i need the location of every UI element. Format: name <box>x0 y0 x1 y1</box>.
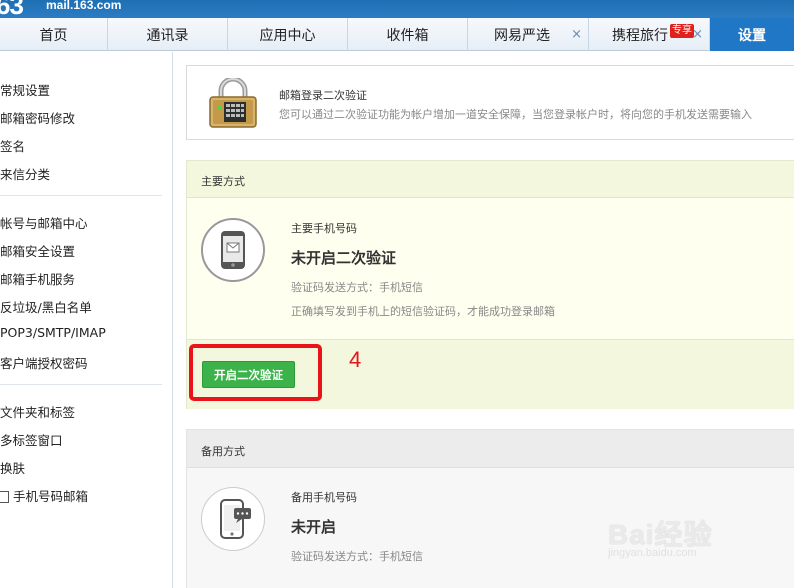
sidebar-item-security[interactable]: 邮箱安全设置 <box>0 241 75 260</box>
close-icon[interactable]: × <box>692 27 703 42</box>
tab-label: 收件箱 <box>386 27 429 44</box>
section-title: 备用方式 <box>201 445 245 458</box>
tab-label: 通讯录 <box>146 27 189 44</box>
section-header: 备用方式 <box>187 430 794 468</box>
sidebar-divider <box>0 384 162 385</box>
sidebar-item-label: 手机号码邮箱 <box>13 489 89 504</box>
section-header: 主要方式 <box>187 161 794 198</box>
backup-phone-label: 备用手机号码 <box>291 491 357 504</box>
logo-domain[interactable]: mail.163.com <box>46 0 121 12</box>
backup-method-section: 备用方式 备用手机号码 未开启 验证码发送方式：手机短信 <box>186 429 794 588</box>
sidebar-item-mobile-service[interactable]: 邮箱手机服务 <box>0 269 75 288</box>
intro-description: 您可以通过二次验证功能为帐户增加一道安全保障，当您登录帐户时，将向您的手机发送需… <box>279 108 752 121</box>
backup-method: 验证码发送方式：手机短信 <box>291 550 423 563</box>
primary-method: 验证码发送方式：手机短信 <box>291 281 423 294</box>
sidebar-item-multi-tab[interactable]: 多标签窗口 <box>0 430 63 449</box>
sidebar-item-pop3-smtp-imap[interactable]: POP3/SMTP/IMAP <box>0 325 106 340</box>
annotation-highlight-box <box>189 344 322 401</box>
settings-sidebar: 常规设置 邮箱密码修改 签名 来信分类 帐号与邮箱中心 邮箱安全设置 邮箱手机服… <box>0 52 173 588</box>
sidebar-item-antispam[interactable]: 反垃圾/黑白名单 <box>0 297 92 316</box>
settings-main: 邮箱登录二次验证 您可以通过二次验证功能为帐户增加一道安全保障，当您登录帐户时，… <box>174 52 794 588</box>
phone-icon <box>0 491 9 503</box>
sidebar-item-client-auth-password[interactable]: 客户端授权密码 <box>0 353 88 372</box>
backup-phone-avatar <box>201 487 265 551</box>
watermark-url: jingyan.baidu.com <box>608 547 697 559</box>
phone-chat-icon <box>220 499 251 539</box>
tab-settings[interactable]: 设置 <box>710 18 794 51</box>
tab-inbox[interactable]: 收件箱 <box>348 18 468 51</box>
tab-app-center[interactable]: 应用中心 <box>228 18 348 51</box>
tab-contacts[interactable]: 通讯录 <box>108 18 228 51</box>
primary-instruction: 正确填写发到手机上的短信验证码，才能成功登录邮箱 <box>291 305 555 318</box>
tab-label: 网易严选 <box>494 27 550 44</box>
sidebar-item-mail-filter[interactable]: 来信分类 <box>0 164 50 183</box>
sidebar-item-folders-labels[interactable]: 文件夹和标签 <box>0 402 75 421</box>
tab-home[interactable]: 首页 <box>0 18 108 51</box>
mail-header: 63 mail.163.com <box>0 0 794 18</box>
sidebar-divider <box>0 195 162 196</box>
sidebar-item-skin[interactable]: 换肤 <box>0 458 25 477</box>
two-step-intro: 邮箱登录二次验证 您可以通过二次验证功能为帐户增加一道安全保障，当您登录帐户时，… <box>186 65 794 140</box>
tab-yanxuan[interactable]: 网易严选 × <box>468 18 589 51</box>
tab-ctrip[interactable]: 携程旅行 专享 × <box>589 18 710 51</box>
backup-status: 未开启 <box>291 518 337 536</box>
primary-phone-label: 主要手机号码 <box>291 222 357 235</box>
intro-title: 邮箱登录二次验证 <box>279 89 367 102</box>
phone-message-icon <box>221 231 245 269</box>
annotation-step-number: 4 <box>349 347 362 372</box>
section-title: 主要方式 <box>201 175 245 188</box>
close-icon[interactable]: × <box>571 27 582 42</box>
padlock-icon <box>209 78 257 128</box>
sidebar-item-general[interactable]: 常规设置 <box>0 80 50 99</box>
exclusive-badge: 专享 <box>670 24 694 38</box>
baidu-jingyan-watermark: Bai经验 jingyan.baidu.com <box>608 513 713 559</box>
phone-avatar <box>201 218 265 282</box>
sidebar-item-password[interactable]: 邮箱密码修改 <box>0 108 75 127</box>
sidebar-item-account-center[interactable]: 帐号与邮箱中心 <box>0 213 88 232</box>
tab-bar: 首页 通讯录 应用中心 收件箱 网易严选 × 携程旅行 专享 × 设置 <box>0 18 794 51</box>
tab-label: 首页 <box>39 27 68 44</box>
primary-status: 未开启二次验证 <box>291 249 397 267</box>
tab-label: 应用中心 <box>259 27 316 44</box>
tab-label: 携程旅行 <box>612 27 668 44</box>
logo-number[interactable]: 63 <box>0 0 24 18</box>
sidebar-item-phone-mailbox[interactable]: 手机号码邮箱 <box>0 486 88 505</box>
sidebar-item-signature[interactable]: 签名 <box>0 136 25 155</box>
tab-label: 设置 <box>738 27 766 44</box>
